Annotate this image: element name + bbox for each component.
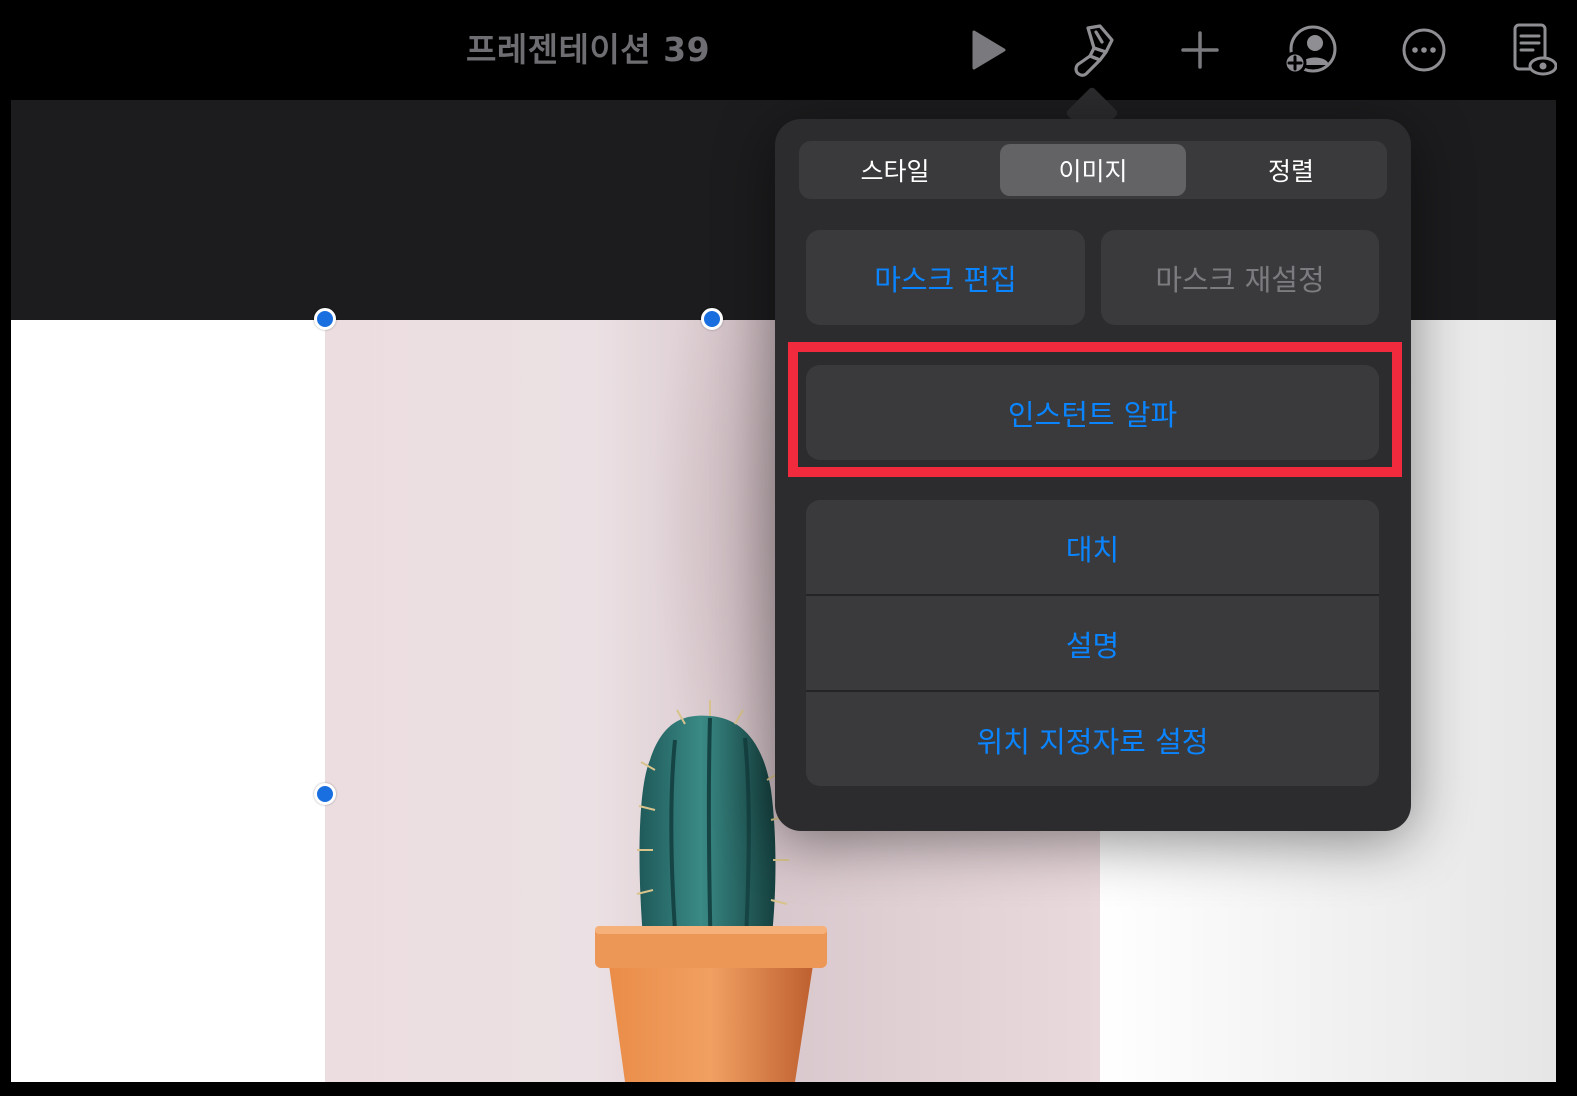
tab-style[interactable]: 스타일 xyxy=(802,144,988,196)
selection-handle-top-left[interactable] xyxy=(314,308,336,330)
paintbrush-icon xyxy=(1074,24,1114,77)
format-popover: 스타일 이미지 정렬 마스크 편집 마스크 재설정 인스턴트 알파 대치 설명 … xyxy=(775,119,1411,831)
document-title[interactable]: 프레젠테이션 39 xyxy=(466,28,710,72)
reader-view-icon xyxy=(1513,23,1557,76)
description-button[interactable]: 설명 xyxy=(806,596,1379,691)
edit-mask-button[interactable]: 마스크 편집 xyxy=(806,230,1085,325)
format-tabs: 스타일 이미지 정렬 xyxy=(799,141,1387,199)
collaborate-button[interactable] xyxy=(1281,20,1341,80)
toolbar: 프레젠테이션 39 xyxy=(0,0,1577,100)
play-button[interactable] xyxy=(958,20,1018,80)
set-as-placeholder-button[interactable]: 위치 지정자로 설정 xyxy=(806,692,1379,786)
more-icon xyxy=(1402,28,1446,72)
insert-button[interactable] xyxy=(1170,20,1230,80)
selection-handle-middle-left[interactable] xyxy=(314,783,336,805)
replace-button[interactable]: 대치 xyxy=(806,500,1379,595)
tab-arrange[interactable]: 정렬 xyxy=(1198,144,1384,196)
add-person-icon xyxy=(1283,25,1337,75)
format-button[interactable] xyxy=(1062,20,1122,80)
reset-mask-button[interactable]: 마스크 재설정 xyxy=(1101,230,1379,325)
more-button[interactable] xyxy=(1394,20,1454,80)
play-icon xyxy=(972,30,1006,70)
selection-handle-top-middle[interactable] xyxy=(701,308,723,330)
tab-image[interactable]: 이미지 xyxy=(1000,144,1186,196)
plus-icon xyxy=(1181,31,1219,69)
instant-alpha-button[interactable]: 인스턴트 알파 xyxy=(806,365,1379,460)
app-window: 프레젠테이션 39 스타일 이미지 정렬 마스크 편집 마스크 재설정 인스턴트… xyxy=(0,0,1577,1096)
image-actions-group: 대치 설명 위치 지정자로 설정 xyxy=(806,500,1379,786)
reader-view-button[interactable] xyxy=(1502,20,1562,80)
